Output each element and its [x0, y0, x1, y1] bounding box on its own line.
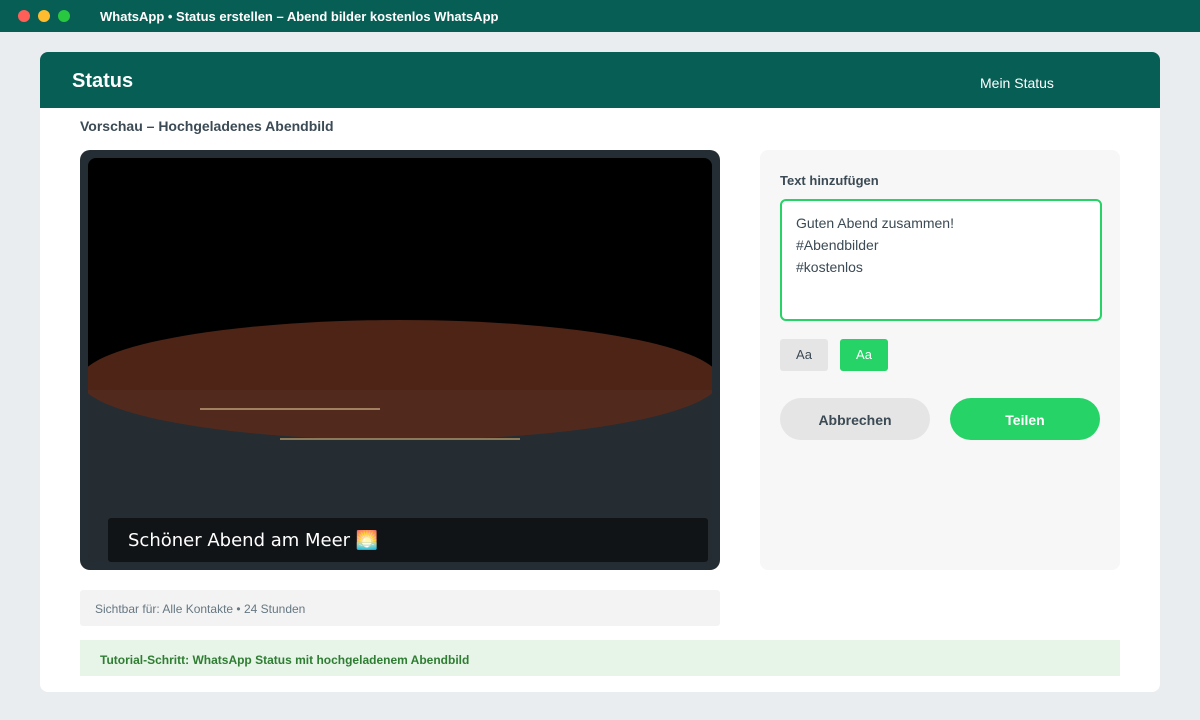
- preview-section-title: Vorschau – Hochgeladenes Abendbild: [80, 118, 334, 134]
- close-window-icon[interactable]: [18, 10, 30, 22]
- font-style-button-default[interactable]: Aa: [780, 339, 828, 371]
- text-line: #Abendbilder: [796, 237, 879, 253]
- visibility-text: Sichtbar für: Alle Kontakte • 24 Stunden: [95, 602, 306, 616]
- cancel-button[interactable]: Abbrechen: [780, 398, 930, 440]
- sunset-glow: [88, 320, 712, 440]
- page-title: Status: [72, 70, 134, 92]
- add-text-label: Text hinzufügen: [780, 173, 879, 188]
- uploaded-evening-image: Schöner Abend am Meer 🌅: [88, 158, 712, 562]
- minimize-window-icon[interactable]: [38, 10, 50, 22]
- image-caption: Schöner Abend am Meer 🌅: [128, 530, 379, 551]
- visibility-bar[interactable]: Sichtbar für: Alle Kontakte • 24 Stunden: [80, 590, 720, 626]
- caption-bar: Schöner Abend am Meer 🌅: [108, 518, 708, 562]
- evening-sea-image: [88, 158, 712, 562]
- preview-frame: Schöner Abend am Meer 🌅: [80, 150, 720, 570]
- tutorial-text: Tutorial-Schritt: WhatsApp Status mit ho…: [100, 653, 470, 667]
- font-style-button-selected[interactable]: Aa: [840, 339, 888, 371]
- window-titlebar: WhatsApp • Status erstellen – Abend bild…: [0, 0, 1200, 32]
- my-status-link[interactable]: Mein Status: [980, 75, 1054, 91]
- status-header: Status Mein Status: [40, 52, 1160, 108]
- maximize-window-icon[interactable]: [58, 10, 70, 22]
- tutorial-banner: Tutorial-Schritt: WhatsApp Status mit ho…: [80, 640, 1120, 676]
- status-card: Status Mein Status Vorschau – Hochgelade…: [40, 52, 1160, 692]
- text-line: #kostenlos: [796, 259, 863, 275]
- status-text-input[interactable]: Guten Abend zusammen! #Abendbilder #kost…: [780, 199, 1102, 321]
- text-panel: Text hinzufügen Guten Abend zusammen! #A…: [760, 150, 1120, 570]
- share-button[interactable]: Teilen: [950, 398, 1100, 440]
- window-title: WhatsApp • Status erstellen – Abend bild…: [100, 9, 499, 24]
- text-line: Guten Abend zusammen!: [796, 215, 954, 231]
